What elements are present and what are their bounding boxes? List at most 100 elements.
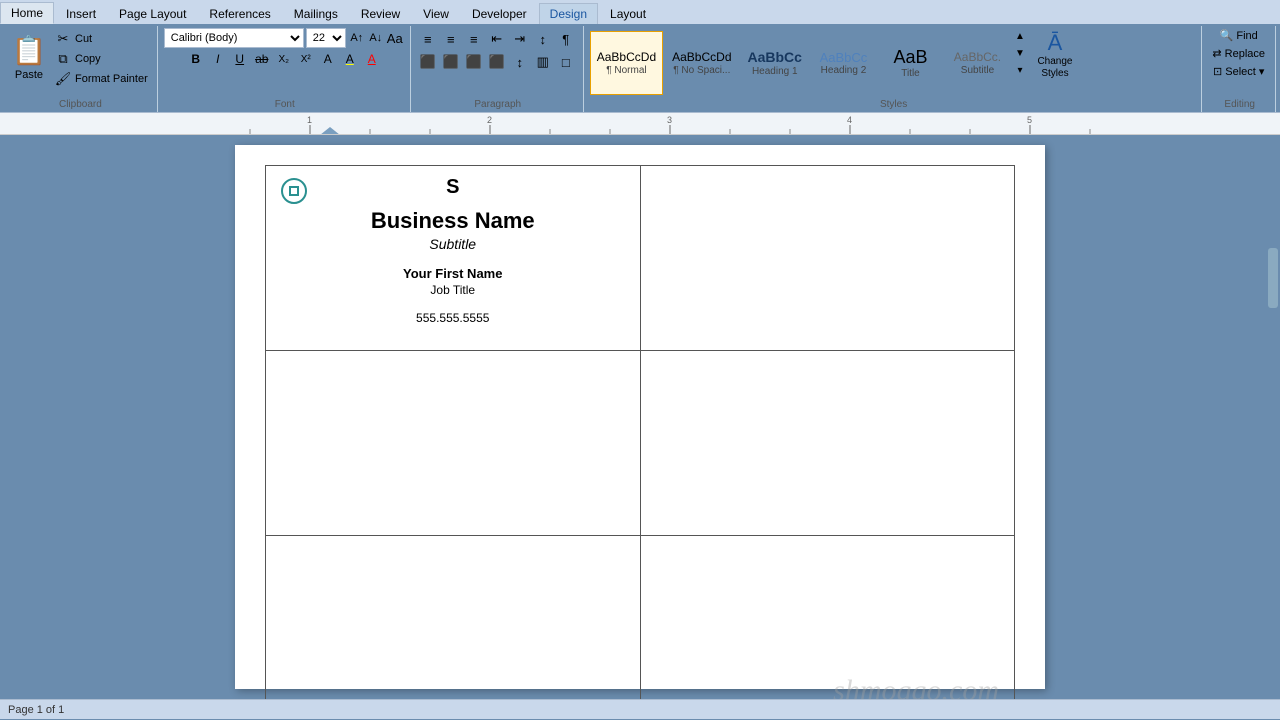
tab-page-layout[interactable]: Page Layout xyxy=(108,3,197,24)
card-cell-middle-left[interactable] xyxy=(266,351,641,536)
numbering-button[interactable]: ≡ xyxy=(440,28,462,50)
decrease-indent-button[interactable]: ⇤ xyxy=(486,28,508,50)
subscript-button[interactable]: X₂ xyxy=(274,49,294,69)
cut-button[interactable]: ✂ Cut xyxy=(52,30,151,48)
shrink-font-button[interactable]: A↓ xyxy=(367,28,385,48)
paste-button[interactable]: 📋 Paste xyxy=(8,28,50,84)
style-title-preview: AaB xyxy=(893,47,927,69)
svg-text:1: 1 xyxy=(307,115,312,125)
replace-button[interactable]: ⇄ Replace xyxy=(1208,46,1269,61)
card-cell-right-top[interactable] xyxy=(640,166,1015,351)
select-button[interactable]: ⊡ Select ▾ xyxy=(1209,64,1268,79)
card-cell-bottom-left[interactable] xyxy=(266,536,641,700)
tab-design[interactable]: Design xyxy=(539,3,598,24)
format-painter-button[interactable]: 🖌 Format Painter xyxy=(52,70,151,88)
style-heading2[interactable]: AaBbCc Heading 2 xyxy=(811,31,876,95)
italic-button[interactable]: I xyxy=(208,49,228,69)
tab-insert[interactable]: Insert xyxy=(55,3,107,24)
card-cell-middle-right[interactable] xyxy=(640,351,1015,536)
ribbon-content: 📋 Paste ✂ Cut ⧉ Copy 🖌 Format Painter xyxy=(0,24,1280,112)
tab-references[interactable]: References xyxy=(198,3,281,24)
align-center-button[interactable]: ⬛ xyxy=(440,51,462,73)
align-right-button[interactable]: ⬛ xyxy=(463,51,485,73)
clear-format-button[interactable]: Aa xyxy=(386,28,404,48)
text-highlight-button[interactable]: A xyxy=(340,49,360,69)
editing-group: 🔍 Find ⇄ Replace ⊡ Select ▾ Editing xyxy=(1204,26,1276,112)
multilevel-button[interactable]: ≡ xyxy=(463,28,485,50)
tab-mailings[interactable]: Mailings xyxy=(283,3,349,24)
find-button[interactable]: 🔍 Find xyxy=(1216,28,1262,43)
svg-text:3: 3 xyxy=(667,115,672,125)
style-heading2-preview: AaBbCc xyxy=(820,50,868,66)
font-size-select[interactable]: 22 xyxy=(306,28,346,48)
style-subtitle-preview: AaBbCc. xyxy=(954,50,1001,64)
card-cell-bottom-right[interactable]: shmoggo.com xyxy=(640,536,1015,700)
style-subtitle-label: Subtitle xyxy=(961,65,994,76)
sort-button[interactable]: ↕ xyxy=(532,28,554,50)
document[interactable]: S Business Name Subtitle Your First Name… xyxy=(235,145,1045,689)
styles-label: Styles xyxy=(586,99,1202,110)
font-name-select[interactable]: Calibri (Body) xyxy=(164,28,304,48)
svg-text:5: 5 xyxy=(1027,115,1032,125)
card-job-title: Job Title xyxy=(281,283,625,297)
cut-icon: ✂ xyxy=(55,31,71,47)
scroll-thumb[interactable] xyxy=(1268,248,1278,308)
grow-font-button[interactable]: A↑ xyxy=(348,28,366,48)
copy-button[interactable]: ⧉ Copy xyxy=(52,50,151,68)
card-your-name: Your First Name xyxy=(281,266,625,281)
change-styles-button[interactable]: Ā ChangeStyles xyxy=(1030,28,1080,82)
ribbon-tabs: Home Insert Page Layout References Maili… xyxy=(0,0,1280,24)
para-row1: ≡ ≡ ≡ ⇤ ⇥ ↕ ¶ xyxy=(417,28,577,50)
text-effects-button[interactable]: A xyxy=(318,49,338,69)
style-subtitle[interactable]: AaBbCc. Subtitle xyxy=(945,31,1010,95)
underline-button[interactable]: U xyxy=(230,49,250,69)
tab-home[interactable]: Home xyxy=(0,2,54,24)
style-no-spacing[interactable]: AaBbCcDd ¶ No Spaci... xyxy=(665,31,738,95)
styles-expand[interactable]: ▾ xyxy=(1012,62,1028,78)
strikethrough-button[interactable]: ab xyxy=(252,49,272,69)
tab-layout[interactable]: Layout xyxy=(599,3,657,24)
font-color-button[interactable]: A xyxy=(362,49,382,69)
shading-button[interactable]: ▥ xyxy=(532,51,554,73)
font-size-buttons: A↑ A↓ Aa xyxy=(348,28,404,48)
justify-button[interactable]: ⬛ xyxy=(486,51,508,73)
line-spacing-button[interactable]: ↕ xyxy=(509,51,531,73)
tab-developer[interactable]: Developer xyxy=(461,3,538,24)
replace-icon: ⇄ xyxy=(1212,47,1221,60)
style-title[interactable]: AaB Title xyxy=(878,31,943,95)
styles-group: AaBbCcDd ¶ Normal AaBbCcDd ¶ No Spaci...… xyxy=(586,26,1203,112)
style-heading1[interactable]: AaBbCc Heading 1 xyxy=(741,31,809,95)
style-no-spacing-label: ¶ No Spaci... xyxy=(673,65,730,76)
font-row2: B I U ab X₂ X² A A A xyxy=(186,49,382,69)
styles-scroll-up[interactable]: ▲ xyxy=(1012,28,1028,44)
find-icon: 🔍 xyxy=(1220,29,1234,42)
clipboard-label: Clipboard xyxy=(4,99,157,110)
card-subtitle: Subtitle xyxy=(281,236,625,252)
styles-scroll-down[interactable]: ▼ xyxy=(1012,45,1028,61)
paste-icon: 📋 xyxy=(13,31,45,69)
show-marks-button[interactable]: ¶ xyxy=(555,28,577,50)
card-row-bottom: shmoggo.com xyxy=(266,536,1015,700)
bold-button[interactable]: B xyxy=(186,49,206,69)
paste-label: Paste xyxy=(15,69,43,81)
style-heading2-label: Heading 2 xyxy=(821,65,867,76)
superscript-button[interactable]: X² xyxy=(296,49,316,69)
svg-text:2: 2 xyxy=(487,115,492,125)
card-row-top: S Business Name Subtitle Your First Name… xyxy=(266,166,1015,351)
style-normal[interactable]: AaBbCcDd ¶ Normal xyxy=(590,31,663,95)
change-styles-icon: Ā xyxy=(1048,30,1063,56)
card-cell-main[interactable]: S Business Name Subtitle Your First Name… xyxy=(266,166,641,351)
replace-label: Replace xyxy=(1225,48,1265,60)
borders-button[interactable]: □ xyxy=(555,51,577,73)
bullets-button[interactable]: ≡ xyxy=(417,28,439,50)
align-left-button[interactable]: ⬛ xyxy=(417,51,439,73)
font-row1: Calibri (Body) 22 A↑ A↓ Aa xyxy=(164,28,404,48)
increase-indent-button[interactable]: ⇥ xyxy=(509,28,531,50)
styles-scroll: ▲ ▼ ▾ xyxy=(1012,28,1028,78)
style-heading1-label: Heading 1 xyxy=(752,66,798,77)
tab-review[interactable]: Review xyxy=(350,3,411,24)
tab-view[interactable]: View xyxy=(412,3,460,24)
clipboard-group: 📋 Paste ✂ Cut ⧉ Copy 🖌 Format Painter xyxy=(4,26,158,112)
card-logo xyxy=(281,178,307,204)
editing-label: Editing xyxy=(1204,99,1275,110)
